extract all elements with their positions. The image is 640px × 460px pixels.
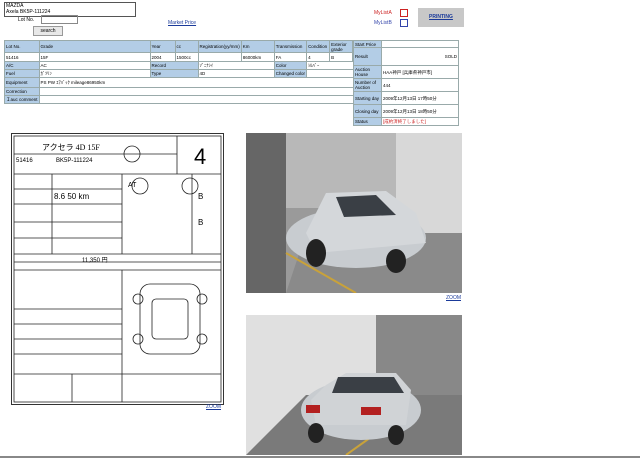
col-exterior: Exterior grade <box>329 40 354 53</box>
cell-cc: 1500cc <box>174 52 199 62</box>
sheet-chassis: BK5P-111224 <box>56 158 93 164</box>
type-label: Type <box>149 69 199 78</box>
equipment-label: Equipment <box>4 77 40 88</box>
bottom-divider <box>0 456 640 458</box>
cell-year: 2004 <box>149 52 176 62</box>
auc-comment-value <box>38 95 377 104</box>
rear-car-photo[interactable] <box>246 315 462 455</box>
result-label: Result <box>353 47 382 66</box>
auction-sheet-drawing <box>13 135 222 403</box>
result-value: SOLD <box>381 47 459 66</box>
ac-value: AC <box>38 61 151 70</box>
col-grade: Grade <box>38 40 151 53</box>
fuel-label: Fuel <box>4 69 40 78</box>
correction-value <box>38 87 377 96</box>
mylist-b-checkbox[interactable] <box>400 19 408 27</box>
color-label: Color <box>273 61 308 70</box>
record-label: Record <box>149 61 199 70</box>
cell-lot: 51416 <box>4 52 40 62</box>
search-button[interactable]: search <box>33 26 63 36</box>
lot-no-label: Lot No. <box>18 17 35 23</box>
type-value: 4D <box>197 69 275 78</box>
auction-sheet-image[interactable]: 51416 アクセラ 4D 15F BK5P-111224 8.6 50 km … <box>11 133 224 405</box>
sheet-km: 8.6 50 km <box>54 192 90 201</box>
sheet-lot: 51416 <box>16 158 33 164</box>
col-km: Km <box>240 40 275 53</box>
number-of-auction-label: Number of Auction <box>353 78 382 92</box>
front-car-drawing <box>246 133 462 293</box>
sheet-grade: 4 <box>194 144 207 169</box>
cell-exterior: B <box>329 52 354 62</box>
vehicle-info-table: Lot No. Grade Year cc Registration(yy/mm… <box>4 40 377 104</box>
auc-comment-label: Ｉauc comment <box>4 95 40 104</box>
mylist-a-label: MyListA <box>374 10 392 16</box>
col-transmission: Transmission <box>273 40 308 53</box>
cell-km: 86000km <box>240 52 275 62</box>
starting-day-value: 2009年12月13日 17時50分 <box>381 91 459 105</box>
number-of-auction-value: 444 <box>381 78 459 92</box>
status-value: [成約済終了しました] <box>381 117 459 126</box>
changed-color-label: Changed color <box>273 69 308 78</box>
sheet-trans: AT <box>128 182 137 189</box>
mylist-a-checkbox[interactable] <box>400 9 408 17</box>
sheet-model: アクセラ 4D 15F <box>42 143 100 152</box>
start-price-value <box>381 40 459 48</box>
cell-grade: 15F <box>38 52 151 62</box>
equipment-value: PS PW ｴｱﾊﾞｯｸ mileage86950km <box>38 77 377 88</box>
col-condition: Condition <box>306 40 331 53</box>
lot-no-input[interactable] <box>41 15 78 24</box>
col-registration: Registration(yy/mm) <box>197 40 242 53</box>
col-lot-no: Lot No. <box>4 40 40 53</box>
sheet-int: B <box>198 218 204 227</box>
auction-info-table: Start Price Result SOLD Auction House HA… <box>353 40 459 126</box>
front-photo-zoom-link[interactable]: ZOOM <box>446 295 461 301</box>
printing-button[interactable]: PRINTING <box>418 8 464 27</box>
front-car-photo[interactable] <box>246 133 462 293</box>
correction-label: Correction <box>4 87 40 96</box>
col-year: Year <box>149 40 176 53</box>
auction-house-label: Auction House <box>353 65 382 79</box>
market-price-link[interactable]: Market Price <box>168 20 196 26</box>
record-value: ｿﾞﾆﾅｼｲ <box>197 61 275 70</box>
cell-condition: 4 <box>306 52 331 62</box>
sheet-zoom-link[interactable]: ZOOM <box>206 404 221 410</box>
auction-house-value: HAA神戸 [兵庫県神戸市] <box>381 65 459 79</box>
cell-registration <box>197 52 242 62</box>
closing-day-label: Closing day <box>353 104 382 118</box>
sheet-price: 11,350 円 <box>82 258 108 264</box>
fuel-value: ｶﾞｿﾘﾝ <box>38 69 151 78</box>
sheet-ext: B <box>198 192 204 201</box>
closing-day-value: 2009年12月13日 18時50分 <box>381 104 459 118</box>
starting-day-label: Starting day <box>353 91 382 105</box>
status-label: Status <box>353 117 382 126</box>
rear-car-drawing <box>246 315 462 455</box>
cell-transmission: FA <box>273 52 308 62</box>
start-price-label: Start Price <box>353 40 382 48</box>
ac-label: A/C <box>4 61 40 70</box>
mylist-b-label: MyListB <box>374 20 392 26</box>
col-cc: cc <box>174 40 199 53</box>
